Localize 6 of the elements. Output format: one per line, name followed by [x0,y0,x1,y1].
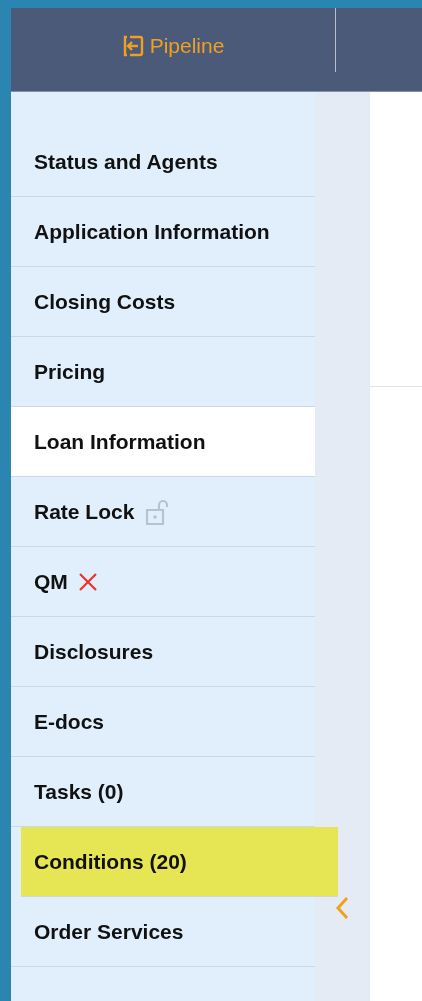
collapse-chevron-icon[interactable] [335,896,349,920]
exit-icon [121,35,144,57]
unlocked-padlock-icon [144,497,169,526]
sidebar-item[interactable]: Loan Information [11,407,315,477]
cross-icon [77,571,98,592]
sidebar-item[interactable]: Conditions (20) [21,827,338,897]
